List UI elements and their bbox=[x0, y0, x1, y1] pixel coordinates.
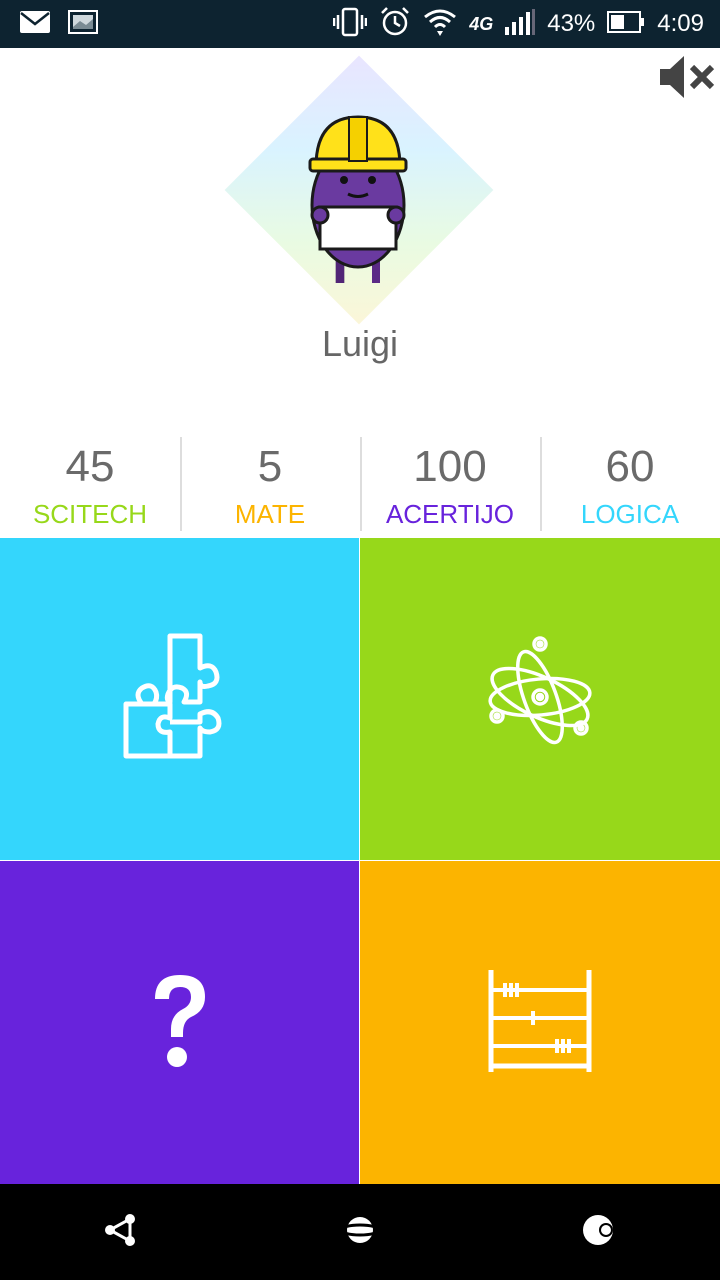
wifi-icon bbox=[423, 7, 457, 41]
score-scitech: 45 SCITECH bbox=[0, 433, 180, 537]
scores-row: 45 SCITECH 5 MATE 100 ACERTIJO 60 LOGICA bbox=[0, 433, 720, 537]
riddle-category-tile[interactable] bbox=[0, 861, 359, 1184]
score-value: 100 bbox=[413, 442, 487, 491]
score-value: 5 bbox=[257, 442, 283, 491]
math-category-tile[interactable] bbox=[360, 861, 720, 1184]
alarm-icon bbox=[379, 6, 411, 42]
score-label: SCITECH bbox=[32, 499, 148, 529]
avatar[interactable] bbox=[224, 55, 494, 325]
planet-icon bbox=[339, 1213, 381, 1251]
score-mate: 5 MATE bbox=[180, 433, 360, 537]
score-acertijo: 100 ACERTIJO bbox=[360, 433, 540, 537]
scitech-category-tile[interactable] bbox=[360, 538, 720, 860]
logic-category-tile[interactable] bbox=[0, 538, 359, 860]
username: Luigi bbox=[321, 323, 399, 364]
share-icon bbox=[103, 1213, 137, 1251]
score-label: MATE bbox=[234, 499, 306, 529]
score-label: ACERTIJO bbox=[385, 499, 515, 529]
question-mark-icon bbox=[145, 971, 215, 1075]
planet-button[interactable] bbox=[300, 1184, 420, 1280]
score-label: LOGICA bbox=[580, 499, 680, 529]
status-bar: 4G 43% 4:09 bbox=[0, 0, 720, 48]
image-icon bbox=[68, 10, 98, 38]
abacus-icon bbox=[485, 966, 595, 1080]
atom-icon bbox=[485, 632, 595, 766]
share-button[interactable] bbox=[60, 1184, 180, 1280]
mascot-avatar-icon bbox=[308, 115, 408, 283]
mute-button[interactable] bbox=[656, 52, 720, 106]
score-value: 45 bbox=[65, 442, 115, 491]
network-type: 4G bbox=[469, 13, 494, 34]
battery-percent: 43% bbox=[547, 10, 596, 37]
vibrate-icon bbox=[332, 7, 368, 41]
clock: 4:09 bbox=[657, 10, 704, 37]
moon-icon bbox=[582, 1213, 618, 1251]
score-logica: 60 LOGICA bbox=[540, 433, 720, 537]
signal-icon bbox=[505, 9, 536, 39]
puzzle-icon bbox=[120, 632, 240, 766]
score-value: 60 bbox=[605, 442, 655, 491]
bottom-nav bbox=[0, 1184, 720, 1280]
moon-button[interactable] bbox=[540, 1184, 660, 1280]
volume-mute-icon bbox=[658, 52, 718, 106]
mail-icon bbox=[20, 11, 50, 37]
battery-icon bbox=[607, 11, 645, 37]
